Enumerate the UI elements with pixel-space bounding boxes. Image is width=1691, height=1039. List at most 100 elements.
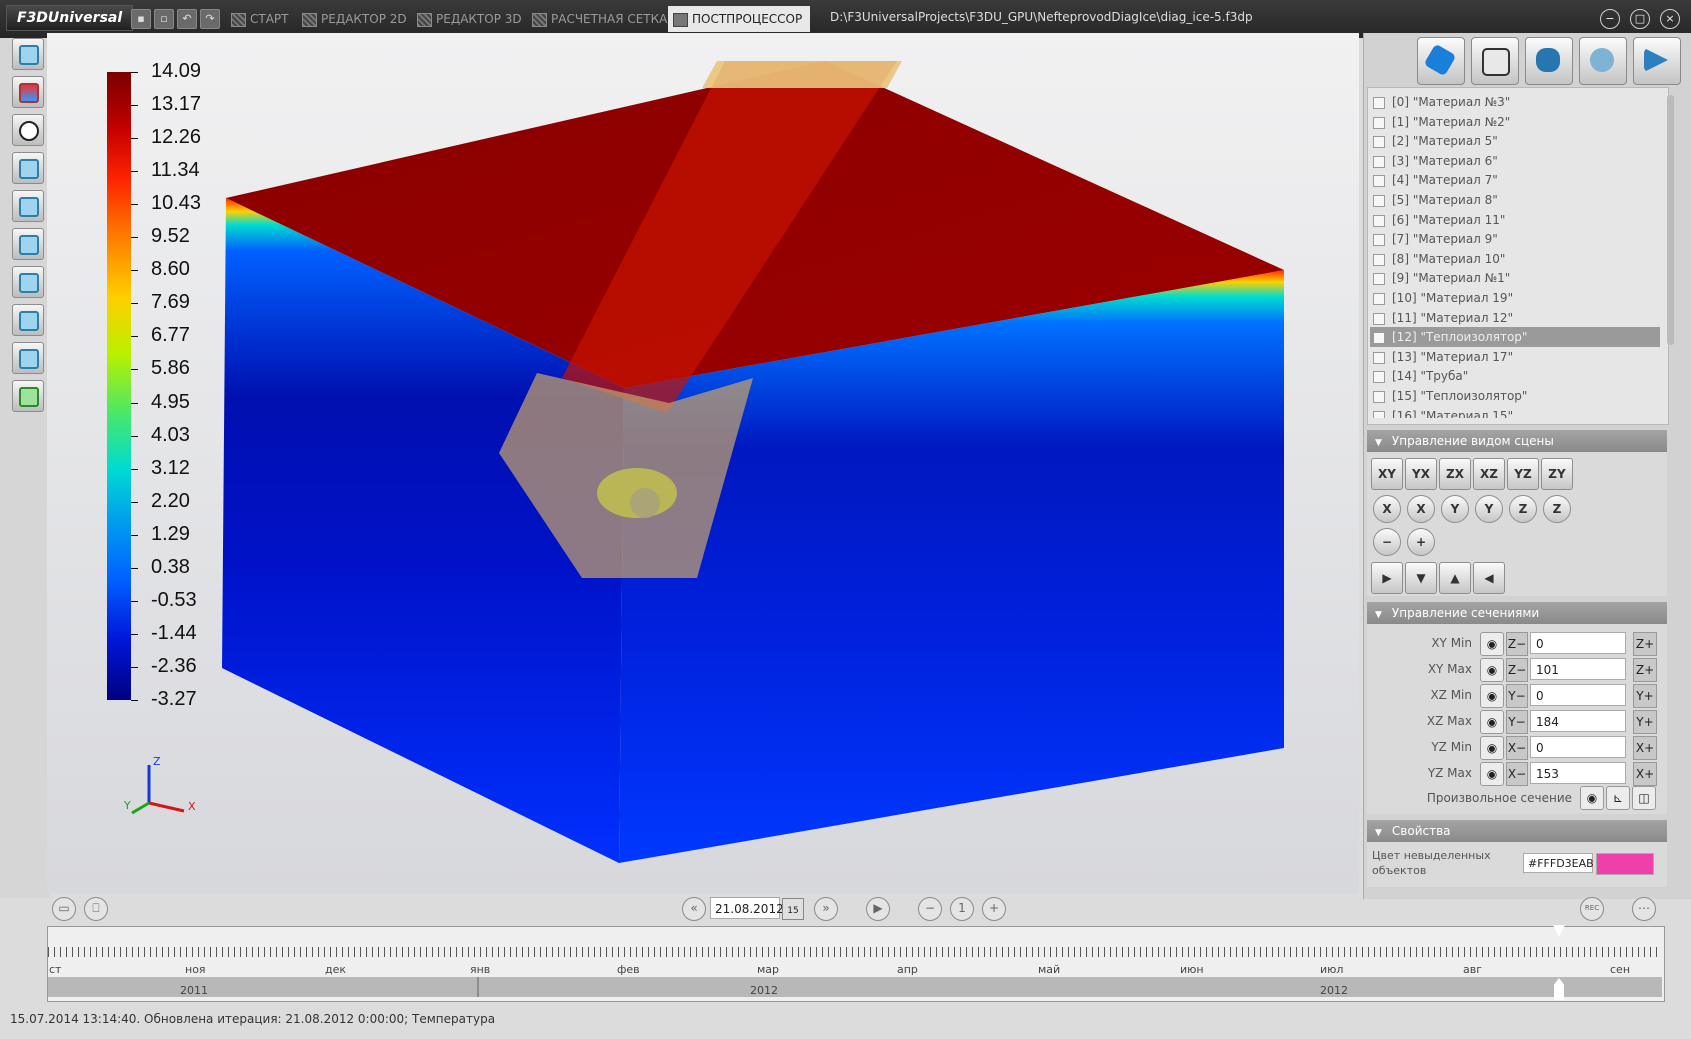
section-plus-button[interactable]: Y+ [1633, 684, 1657, 708]
section-value-input[interactable]: 0 [1530, 632, 1626, 654]
material-item[interactable]: [12] "Теплоизолятор" [1370, 327, 1660, 348]
snapshot-icon[interactable]: ⎕ [84, 897, 108, 921]
open-icon[interactable]: ▫ [154, 9, 174, 29]
section-minus-button[interactable]: Y− [1506, 684, 1528, 708]
eye-icon[interactable]: ◉ [1480, 736, 1504, 760]
zoom-out-icon[interactable]: − [1373, 528, 1401, 556]
orient-zy-icon[interactable]: ZY [1541, 458, 1573, 490]
run-button[interactable] [1633, 37, 1681, 85]
material-checkbox[interactable] [1373, 214, 1385, 227]
material-item[interactable]: [2] "Материал 5" [1370, 131, 1660, 151]
movie-icon[interactable]: ▭ [52, 897, 76, 921]
tab-postprocessor[interactable]: ПОСТПРОЦЕССОР [668, 6, 811, 32]
section-plus-button[interactable]: X+ [1633, 762, 1657, 786]
scene-view-header[interactable]: ▼ Управление видом сцены [1367, 430, 1667, 452]
section-value-input[interactable]: 153 [1530, 762, 1626, 784]
section-plus-button[interactable]: Z+ [1633, 632, 1657, 656]
eye-icon[interactable]: ◉ [1480, 658, 1504, 682]
sections-header[interactable]: ▼ Управление сечениями [1367, 602, 1667, 624]
section-plus-button[interactable]: X+ [1633, 736, 1657, 760]
view-down-icon[interactable]: ▼ [1405, 562, 1437, 594]
tab-editor-2d[interactable]: РЕДАКТОР 2D [297, 6, 415, 32]
plane-section-icon[interactable]: ◫ [1632, 786, 1656, 810]
rotate-z-icon[interactable]: Z [1543, 495, 1571, 523]
calendar-icon[interactable]: 15 [782, 898, 804, 920]
section-minus-button[interactable]: X− [1506, 736, 1528, 760]
help-button[interactable] [1471, 37, 1519, 85]
plane-button[interactable] [12, 266, 44, 298]
mesh-edges-button[interactable] [12, 190, 44, 222]
undo-icon[interactable]: ↶ [177, 9, 197, 29]
axes-icon[interactable]: ⊾ [1606, 786, 1630, 810]
material-item[interactable]: [9] "Материал №1" [1370, 268, 1660, 288]
more-icon[interactable]: ⋯ [1632, 897, 1656, 921]
tab-mesh[interactable]: РАСЧЕТНАЯ СЕТКА [527, 6, 675, 32]
material-checkbox[interactable] [1373, 155, 1385, 168]
material-item[interactable]: [5] "Материал 8" [1370, 190, 1660, 210]
material-checkbox[interactable] [1373, 312, 1385, 325]
eye-icon[interactable]: ◉ [1480, 632, 1504, 656]
section-value-input[interactable]: 184 [1530, 710, 1626, 732]
material-checkbox[interactable] [1373, 332, 1385, 345]
rotate-z-icon[interactable]: Z [1509, 495, 1537, 523]
material-item[interactable]: [8] "Материал 10" [1370, 249, 1660, 269]
section-minus-button[interactable]: X− [1506, 762, 1528, 786]
orient-zx-icon[interactable]: ZX [1439, 458, 1471, 490]
properties-header[interactable]: ▼ Свойства [1367, 820, 1667, 842]
unselected-color-field[interactable]: #FFFD3EAB [1523, 853, 1594, 873]
export-button[interactable] [12, 380, 44, 412]
materials-scrollbar[interactable] [1667, 95, 1674, 345]
eye-icon[interactable]: ◉ [1480, 710, 1504, 734]
material-checkbox[interactable] [1373, 273, 1385, 286]
material-checkbox[interactable] [1373, 195, 1385, 207]
color-swatch[interactable] [1596, 853, 1654, 875]
section-value-input[interactable]: 0 [1530, 684, 1626, 706]
zoom-in-icon[interactable]: + [1407, 528, 1435, 556]
settings-button[interactable] [1579, 37, 1627, 85]
material-item[interactable]: [3] "Материал 6" [1370, 151, 1660, 171]
view-left-icon[interactable]: ◀ [1473, 562, 1505, 594]
rotate-plane-button[interactable] [12, 304, 44, 336]
orient-xy-icon[interactable]: XY [1371, 458, 1403, 490]
material-checkbox[interactable] [1373, 410, 1385, 418]
rotate-x-icon[interactable]: X [1407, 495, 1435, 523]
material-checkbox[interactable] [1373, 371, 1385, 384]
orient-xz-icon[interactable]: XZ [1473, 458, 1505, 490]
tab-start[interactable]: СТАРТ [226, 6, 296, 32]
rotate-x-icon[interactable]: X [1373, 495, 1401, 523]
section-plus-button[interactable]: Y+ [1633, 710, 1657, 734]
orient-yz-icon[interactable]: YZ [1507, 458, 1539, 490]
material-item[interactable]: [6] "Материал 11" [1370, 210, 1660, 230]
maximize-icon[interactable]: □ [1630, 9, 1650, 29]
timeline-marker[interactable] [1553, 925, 1565, 937]
material-checkbox[interactable] [1373, 351, 1385, 364]
date-input[interactable]: 21.08.2012 [710, 897, 784, 919]
material-item[interactable]: [15] "Теплоизолятор" [1370, 386, 1660, 406]
section-value-input[interactable]: 0 [1530, 736, 1626, 758]
eye-icon[interactable]: ◉ [1580, 786, 1604, 810]
cross-section-button[interactable] [12, 228, 44, 260]
hexagon-button[interactable] [1417, 37, 1465, 85]
orient-yx-icon[interactable]: YX [1405, 458, 1437, 490]
material-checkbox[interactable] [1373, 253, 1385, 266]
database-button[interactable] [1525, 37, 1573, 85]
material-item[interactable]: [4] "Материал 7" [1370, 170, 1660, 190]
record-button[interactable]: REC [1580, 897, 1604, 921]
eye-icon[interactable]: ◉ [1480, 684, 1504, 708]
material-checkbox[interactable] [1373, 97, 1385, 109]
section-plus-button[interactable]: Z+ [1633, 658, 1657, 682]
mesh-view-button[interactable] [12, 152, 44, 184]
material-item[interactable]: [11] "Материал 12" [1370, 308, 1660, 328]
zoom-button[interactable] [12, 114, 44, 146]
save-icon[interactable]: ▪ [131, 9, 151, 29]
material-checkbox[interactable] [1373, 293, 1385, 305]
material-item[interactable]: [13] "Материал 17" [1370, 347, 1660, 367]
3d-viewport[interactable]: Z X Y [47, 33, 1359, 893]
section-minus-button[interactable]: Z− [1506, 632, 1528, 656]
step-minus-icon[interactable]: − [918, 897, 942, 921]
redo-icon[interactable]: ↷ [200, 9, 220, 29]
section-minus-button[interactable]: Y− [1506, 710, 1528, 734]
material-item[interactable]: [14] "Труба" [1370, 366, 1660, 386]
material-checkbox[interactable] [1373, 234, 1385, 247]
close-icon[interactable]: × [1660, 9, 1680, 29]
